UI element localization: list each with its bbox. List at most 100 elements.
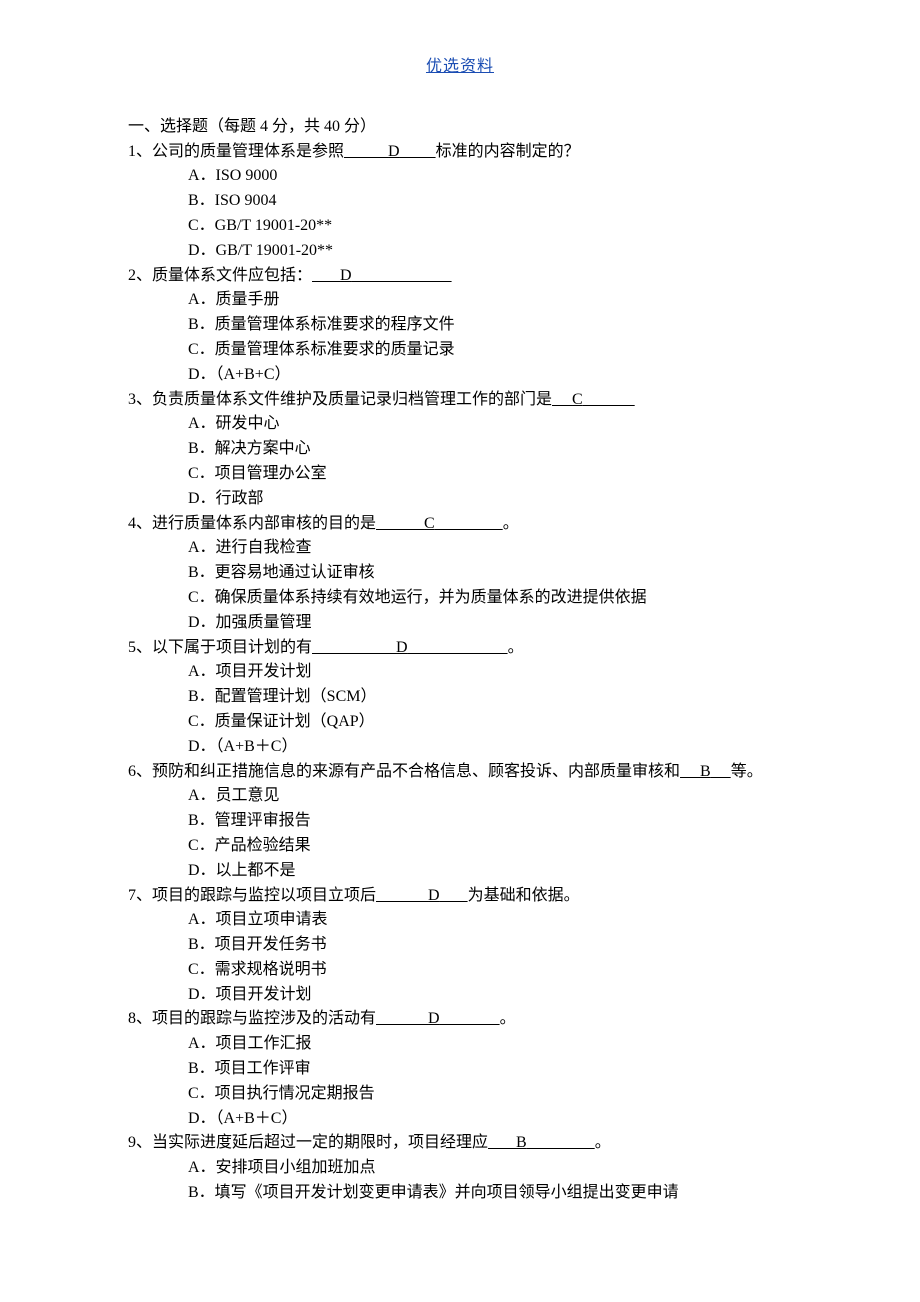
q7-post: 为基础和依据。 — [468, 887, 580, 904]
question-5-stem: 5、以下属于项目计划的有 D 。 — [128, 636, 840, 661]
q6-option-b: B．管理评审报告 — [188, 809, 840, 834]
q5-option-a: A．项目开发计划 — [188, 660, 840, 685]
q2-blank1 — [312, 267, 340, 284]
q9-answer: B — [516, 1134, 527, 1151]
q5-option-c: C．质量保证计划（QAP） — [188, 710, 840, 735]
q6-option-d: D．以上都不是 — [188, 859, 840, 884]
q5-answer: D — [396, 639, 408, 656]
q7-blank1 — [376, 887, 428, 904]
q6-pre: 6、预防和纠正措施信息的来源有产品不合格信息、顾客投诉、内部质量审核和 — [128, 763, 680, 780]
q4-option-c: C．确保质量体系持续有效地运行，并为质量体系的改进提供依据 — [188, 586, 840, 611]
q8-post: 。 — [500, 1010, 516, 1027]
exam-content: 一、选择题（每题 4 分，共 40 分） 1、公司的质量管理体系是参照 D 标准… — [0, 115, 920, 1206]
q3-blank1 — [552, 391, 572, 408]
question-9-options: A．安排项目小组加班加点 B．填写《项目开发计划变更申请表》并向项目领导小组提出… — [128, 1156, 840, 1206]
q2-option-a: A．质量手册 — [188, 288, 840, 313]
q2-option-c: C．质量管理体系标准要求的质量记录 — [188, 338, 840, 363]
question-1-stem: 1、公司的质量管理体系是参照 D 标准的内容制定的？ — [128, 140, 840, 165]
q4-option-d: D．加强质量管理 — [188, 611, 840, 636]
question-4-stem: 4、进行质量体系内部审核的目的是 C 。 — [128, 512, 840, 537]
question-3: 3、负责质量体系文件维护及质量记录归档管理工作的部门是 C A．研发中心 B．解… — [128, 388, 840, 512]
q5-blank1 — [312, 639, 396, 656]
q3-option-b: B．解决方案中心 — [188, 437, 840, 462]
q8-option-a: A．项目工作汇报 — [188, 1032, 840, 1057]
q5-pre: 5、以下属于项目计划的有 — [128, 639, 312, 656]
q3-pre: 3、负责质量体系文件维护及质量记录归档管理工作的部门是 — [128, 391, 552, 408]
question-7-stem: 7、项目的跟踪与监控以项目立项后 D 为基础和依据。 — [128, 884, 840, 909]
q6-option-a: A．员工意见 — [188, 784, 840, 809]
q1-blank2 — [400, 143, 436, 160]
question-6-stem: 6、预防和纠正措施信息的来源有产品不合格信息、顾客投诉、内部质量审核和 B 等。 — [128, 760, 840, 785]
q3-option-a: A．研发中心 — [188, 412, 840, 437]
q2-answer: D — [340, 267, 352, 284]
q7-option-c: C．需求规格说明书 — [188, 958, 840, 983]
q7-option-d: D．项目开发计划 — [188, 983, 840, 1008]
q1-pre: 1、公司的质量管理体系是参照 — [128, 143, 344, 160]
section-title: 一、选择题（每题 4 分，共 40 分） — [128, 115, 840, 140]
q7-pre: 7、项目的跟踪与监控以项目立项后 — [128, 887, 376, 904]
q9-blank1 — [488, 1134, 516, 1151]
question-2: 2、质量体系文件应包括： D A．质量手册 B．质量管理体系标准要求的程序文件 … — [128, 264, 840, 388]
q2-option-d: D．（A+B+C） — [188, 363, 840, 388]
question-2-stem: 2、质量体系文件应包括： D — [128, 264, 840, 289]
q8-blank2 — [440, 1010, 500, 1027]
q6-post: 等。 — [731, 763, 763, 780]
q3-option-c: C．项目管理办公室 — [188, 462, 840, 487]
q1-option-b: B．ISO 9004 — [188, 189, 840, 214]
q8-answer: D — [428, 1010, 440, 1027]
question-7: 7、项目的跟踪与监控以项目立项后 D 为基础和依据。 A．项目立项申请表 B．项… — [128, 884, 840, 1008]
q1-option-c: C．GB/T 19001-20** — [188, 214, 840, 239]
question-1-options: A．ISO 9000 B．ISO 9004 C．GB/T 19001-20** … — [128, 164, 840, 263]
q5-blank2 — [408, 639, 508, 656]
q7-answer: D — [428, 887, 440, 904]
q9-post: 。 — [595, 1134, 611, 1151]
question-3-stem: 3、负责质量体系文件维护及质量记录归档管理工作的部门是 C — [128, 388, 840, 413]
q4-blank2 — [435, 515, 503, 532]
page-header: 优选资料 — [0, 0, 920, 115]
q1-post: 标准的内容制定的？ — [436, 143, 580, 160]
q6-answer: B — [700, 763, 711, 780]
q4-answer: C — [424, 515, 435, 532]
q5-option-d: D．（A+B＋C） — [188, 735, 840, 760]
q6-blank1 — [680, 763, 700, 780]
q5-post: 。 — [508, 639, 524, 656]
q4-blank1 — [376, 515, 424, 532]
q1-option-a: A．ISO 9000 — [188, 164, 840, 189]
q8-blank1 — [376, 1010, 428, 1027]
q6-blank2 — [711, 763, 731, 780]
question-8: 8、项目的跟踪与监控涉及的活动有 D 。 A．项目工作汇报 B．项目工作评审 C… — [128, 1007, 840, 1131]
q6-option-c: C．产品检验结果 — [188, 834, 840, 859]
q3-answer: C — [572, 391, 583, 408]
q8-option-c: C．项目执行情况定期报告 — [188, 1082, 840, 1107]
q7-option-b: B．项目开发任务书 — [188, 933, 840, 958]
q2-pre: 2、质量体系文件应包括： — [128, 267, 312, 284]
q9-blank2 — [527, 1134, 595, 1151]
question-1: 1、公司的质量管理体系是参照 D 标准的内容制定的？ A．ISO 9000 B．… — [128, 140, 840, 264]
q5-option-b: B．配置管理计划（SCM） — [188, 685, 840, 710]
question-8-stem: 8、项目的跟踪与监控涉及的活动有 D 。 — [128, 1007, 840, 1032]
q4-option-b: B．更容易地通过认证审核 — [188, 561, 840, 586]
question-4-options: A．进行自我检查 B．更容易地通过认证审核 C．确保质量体系持续有效地运行，并为… — [128, 536, 840, 635]
q2-option-b: B．质量管理体系标准要求的程序文件 — [188, 313, 840, 338]
q8-option-d: D．（A+B＋C） — [188, 1107, 840, 1132]
q1-blank1 — [344, 143, 388, 160]
page-header-title: 优选资料 — [426, 58, 494, 75]
q9-pre: 9、当实际进度延后超过一定的期限时，项目经理应 — [128, 1134, 488, 1151]
q1-answer: D — [388, 143, 400, 160]
question-5-options: A．项目开发计划 B．配置管理计划（SCM） C．质量保证计划（QAP） D．（… — [128, 660, 840, 759]
question-6: 6、预防和纠正措施信息的来源有产品不合格信息、顾客投诉、内部质量审核和 B 等。… — [128, 760, 840, 884]
question-8-options: A．项目工作汇报 B．项目工作评审 C．项目执行情况定期报告 D．（A+B＋C） — [128, 1032, 840, 1131]
question-9: 9、当实际进度延后超过一定的期限时，项目经理应 B 。 A．安排项目小组加班加点… — [128, 1131, 840, 1205]
q8-pre: 8、项目的跟踪与监控涉及的活动有 — [128, 1010, 376, 1027]
question-4: 4、进行质量体系内部审核的目的是 C 。 A．进行自我检查 B．更容易地通过认证… — [128, 512, 840, 636]
question-5: 5、以下属于项目计划的有 D 。 A．项目开发计划 B．配置管理计划（SCM） … — [128, 636, 840, 760]
q9-option-a: A．安排项目小组加班加点 — [188, 1156, 840, 1181]
question-6-options: A．员工意见 B．管理评审报告 C．产品检验结果 D．以上都不是 — [128, 784, 840, 883]
q8-option-b: B．项目工作评审 — [188, 1057, 840, 1082]
question-7-options: A．项目立项申请表 B．项目开发任务书 C．需求规格说明书 D．项目开发计划 — [128, 908, 840, 1007]
q4-post: 。 — [503, 515, 519, 532]
q1-option-d: D．GB/T 19001-20** — [188, 239, 840, 264]
q3-option-d: D．行政部 — [188, 487, 840, 512]
q7-option-a: A．项目立项申请表 — [188, 908, 840, 933]
q9-option-b: B．填写《项目开发计划变更申请表》并向项目领导小组提出变更申请 — [188, 1181, 840, 1206]
